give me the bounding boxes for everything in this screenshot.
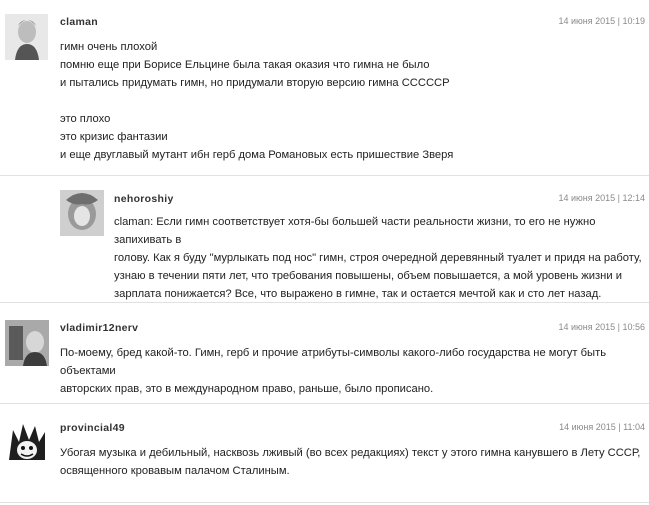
comment-line: и еще двуглавый мутант ибн герб дома Ром… [60, 149, 454, 161]
comment-timestamp: 14 июня 2015 | 11:04 [559, 422, 645, 432]
avatar[interactable] [5, 14, 48, 60]
comment-line: это кризис фантазии [60, 131, 168, 143]
comment-text: По-моему, бред какой-то. Гимн, герб и пр… [60, 344, 649, 398]
avatar[interactable] [5, 420, 49, 466]
comment-line: помню еще при Борисе Ельцине была такая … [60, 59, 430, 71]
comment-timestamp: 14 июня 2015 | 10:56 [558, 322, 645, 332]
comment-line: Убогая музыка и дебильный, насквозь лжив… [60, 447, 641, 459]
comment-author[interactable]: provincial49 [60, 422, 125, 434]
comment-text: claman: Если гимн соответствует хотя-бы … [114, 213, 649, 303]
comment-line: голову. Как я буду "мурлыкать под нос" г… [114, 252, 642, 264]
comment-author[interactable]: vladimir12nerv [60, 322, 138, 334]
avatar[interactable] [60, 190, 104, 236]
comment-separator [0, 302, 649, 303]
comment-line: По-моему, бред какой-то. Гимн, герб и пр… [60, 347, 610, 377]
comment-separator [0, 502, 649, 503]
comment-text: гимн очень плохой помню еще при Борисе Е… [60, 38, 453, 164]
comment-line: это плохо [60, 113, 111, 125]
comment-line: зарплата понижается? Все, что выражено в… [114, 288, 602, 300]
comment-line: claman: Если гимн соответствует хотя-бы … [114, 216, 599, 246]
comment-line: освященного кровавым палачом Сталиным. [60, 465, 290, 477]
comment-text: Убогая музыка и дебильный, насквозь лжив… [60, 444, 640, 480]
comment-line: гимн очень плохой [60, 41, 158, 53]
comment-line: авторских прав, это в международном прав… [60, 383, 434, 395]
comment-line: узнаю в течении пяти лет, что требования… [114, 270, 622, 282]
comment-line: и пытались придумать гимн, но придумали … [60, 77, 450, 89]
comment-separator [0, 175, 649, 176]
comment-timestamp: 14 июня 2015 | 10:19 [558, 16, 645, 26]
comment-author[interactable]: claman [60, 16, 98, 28]
comment-author[interactable]: nehoroshiy [114, 193, 174, 205]
avatar[interactable] [5, 320, 49, 366]
comment-timestamp: 14 июня 2015 | 12:14 [558, 193, 645, 203]
comment-line [60, 92, 453, 110]
comment-separator [0, 403, 649, 404]
